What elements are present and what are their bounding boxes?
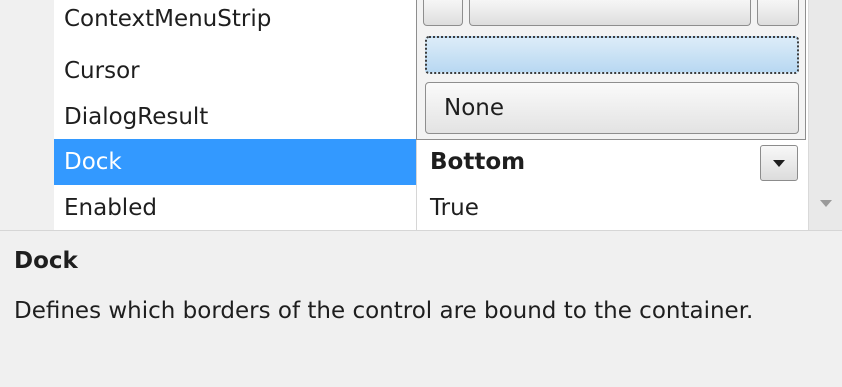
property-name: Cursor <box>64 58 140 84</box>
dock-editor-popup: None <box>416 0 806 140</box>
dock-dropdown-button[interactable] <box>760 145 798 181</box>
dock-left-button[interactable] <box>423 0 463 26</box>
dock-none-button[interactable]: None <box>425 82 799 134</box>
property-value[interactable]: True <box>416 185 808 230</box>
description-divider <box>0 230 842 231</box>
property-row-dock[interactable]: Dock Bottom <box>54 139 808 185</box>
scroll-down-icon[interactable] <box>820 200 832 207</box>
property-name: Dock <box>54 139 416 185</box>
dock-fill-button[interactable] <box>425 36 799 74</box>
dock-top-button[interactable] <box>469 0 751 26</box>
property-name: ContextMenuStrip <box>64 6 272 32</box>
vertical-scrollbar[interactable] <box>808 0 842 230</box>
description-title: Dock <box>14 248 78 274</box>
category-gutter <box>0 0 54 230</box>
chevron-down-icon <box>773 160 785 167</box>
property-row-enabled[interactable]: Enabled True <box>54 185 808 230</box>
description-text: Defines which borders of the control are… <box>14 298 754 324</box>
property-grid: ContextMenuStrip Cursor DialogResult Doc… <box>0 0 842 230</box>
property-value[interactable]: Bottom <box>416 139 808 185</box>
dock-right-button[interactable] <box>757 0 799 26</box>
property-name: DialogResult <box>64 104 209 130</box>
property-name: Enabled <box>64 195 157 221</box>
